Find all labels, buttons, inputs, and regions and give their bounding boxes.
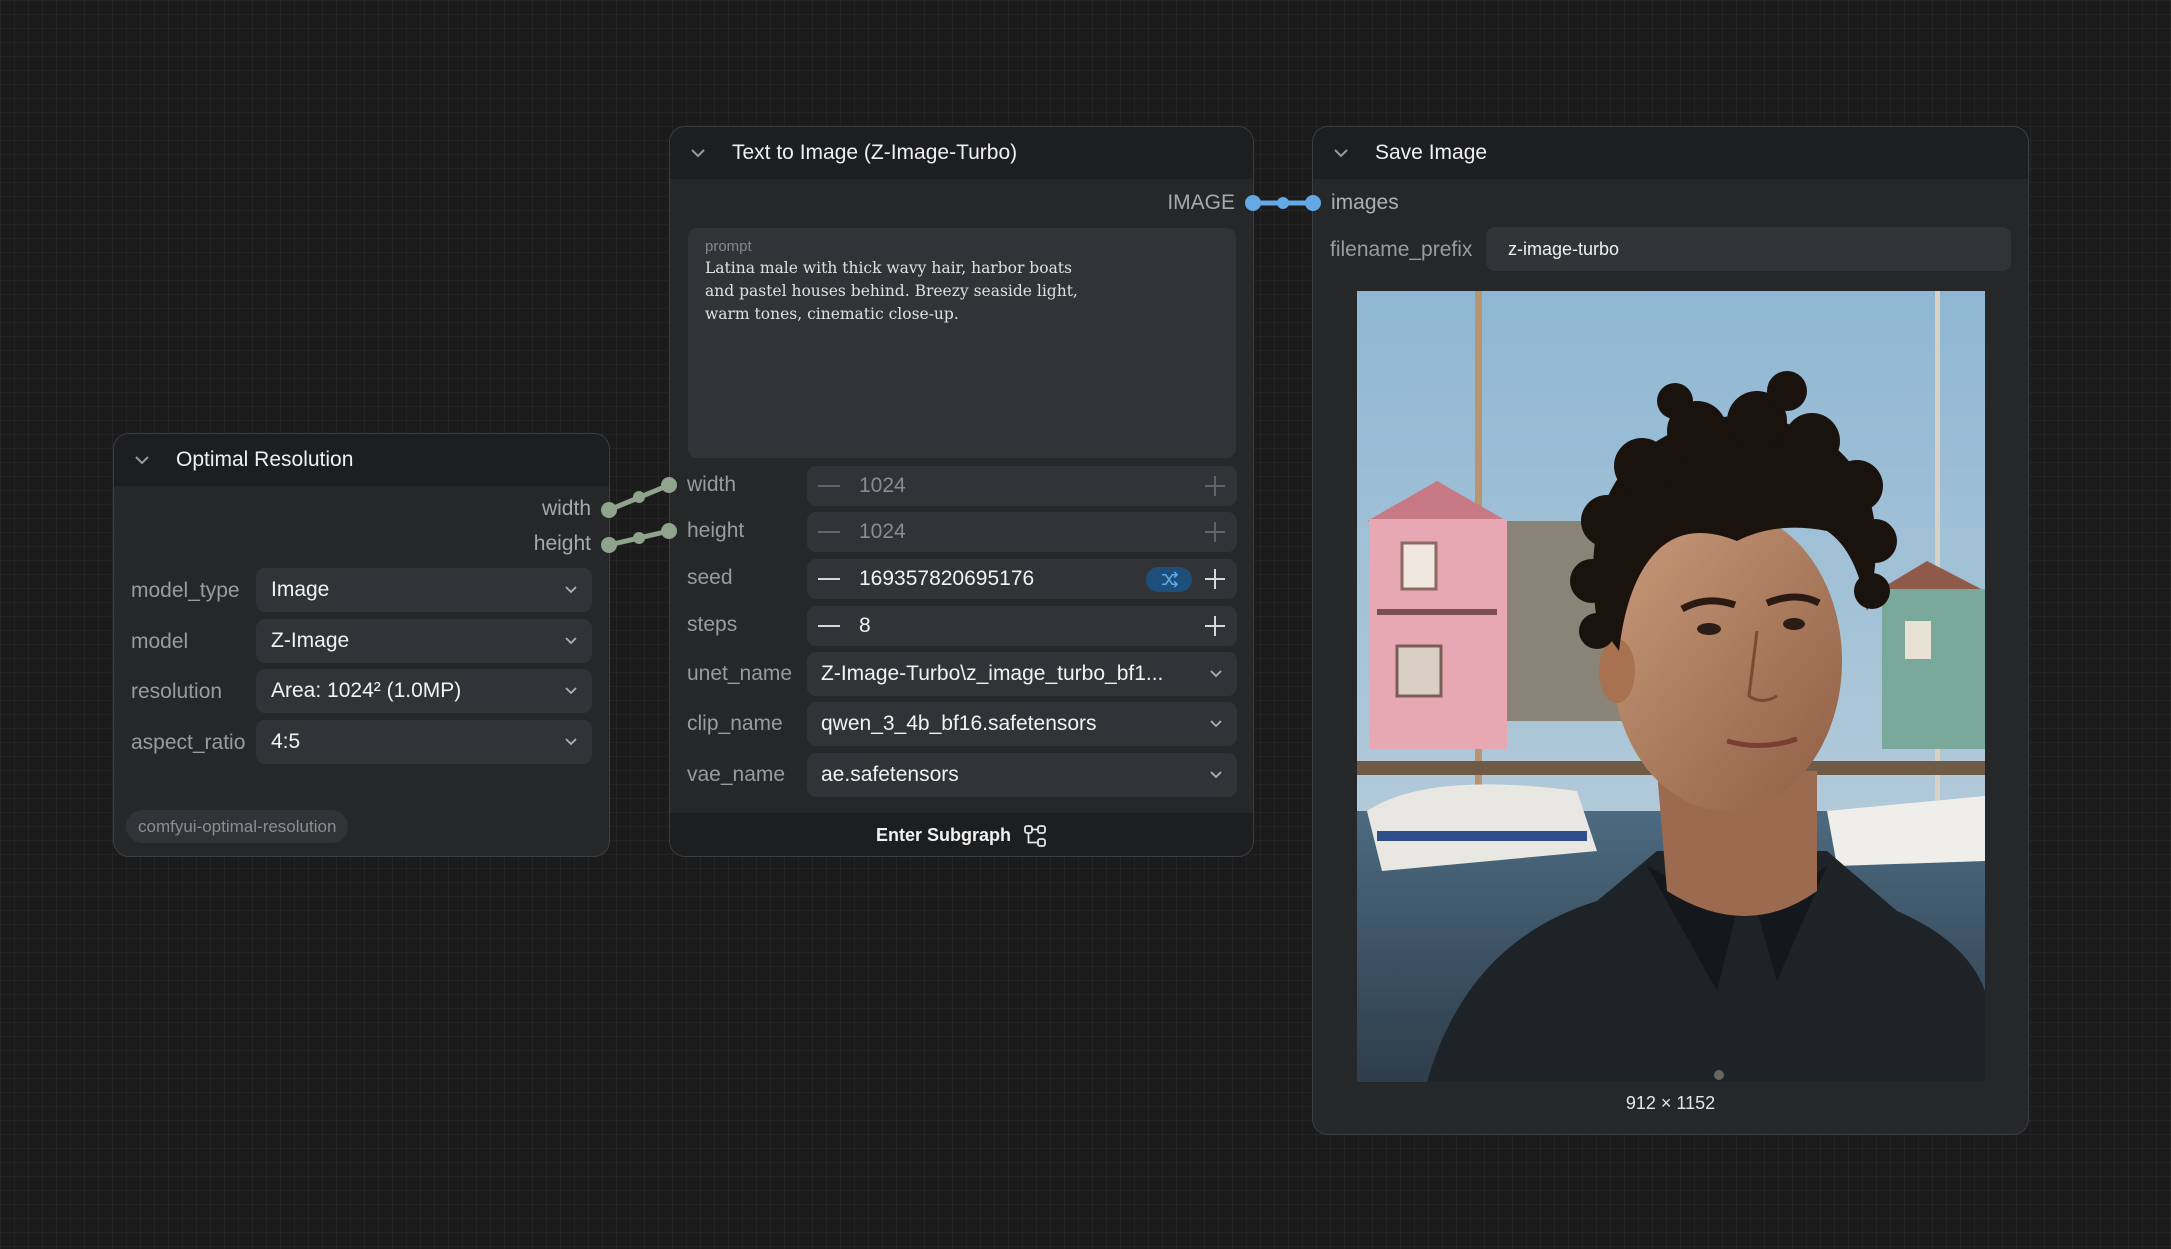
randomize-seed-button[interactable] [1146,567,1192,592]
chevron-down-icon [1210,720,1222,728]
height-value: 1024 [859,520,906,543]
model-label: model [131,630,189,653]
chevron-down-icon [565,738,577,746]
resolution-value: Area: 1024² (1.0MP) [271,679,462,702]
enter-subgraph-footer[interactable]: Enter Subgraph [670,813,1253,856]
subgraph-icon [1024,824,1046,847]
node-text-to-image[interactable]: Text to Image (Z-Image-Turbo) IMAGE prom… [669,126,1254,857]
link-image[interactable] [1253,197,1313,209]
output-height-label: height [533,532,591,555]
vae-name-select[interactable]: ae.safetensors [807,753,1237,797]
node-source-badge: comfyui-optimal-resolution [126,810,349,843]
shuffle-icon [1161,571,1179,588]
height-input-label: height [687,519,745,542]
clip-name-select[interactable]: qwen_3_4b_bf16.safetensors [807,702,1237,746]
clip-name-label: clip_name [687,712,783,735]
chevron-down-icon [1210,771,1222,779]
image-dimensions-label: 912 × 1152 [1625,1093,1716,1113]
node-save-image[interactable]: Save Image images filename_prefix z-imag… [1312,126,2029,1135]
node-title: Text to Image (Z-Image-Turbo) [732,141,1018,164]
input-width-connector[interactable] [661,477,677,493]
node-header[interactable]: Text to Image (Z-Image-Turbo) [670,127,1253,179]
minus-icon[interactable] [818,625,840,627]
output-height-connector[interactable] [601,537,617,553]
prompt-text: Latina male with thick wavy hair, harbor… [705,259,1078,323]
prompt-label: prompt [705,238,752,255]
generated-image-preview[interactable] [1357,291,1985,1082]
width-input-label: width [687,473,737,496]
node-source-badge-text: comfyui-optimal-resolution [138,816,337,836]
output-image-connector[interactable] [1245,195,1261,211]
filename-prefix-input[interactable]: z-image-turbo [1486,227,2011,271]
minus-icon[interactable] [818,531,840,533]
model-select[interactable]: Z-Image [256,619,592,663]
unet-name-value: Z-Image-Turbo\z_image_turbo_bf1... [821,662,1164,685]
output-width-label: width [541,497,591,520]
resolution-label: resolution [131,680,223,703]
chevron-down-icon[interactable] [1331,143,1351,163]
chevron-down-icon [565,687,577,695]
plus-icon[interactable] [1204,568,1226,590]
aspect-ratio-label: aspect_ratio [131,731,246,754]
minus-icon[interactable] [818,578,840,580]
chevron-down-icon [565,586,577,594]
chevron-down-icon[interactable] [132,450,152,470]
prompt-textarea[interactable]: prompt Latina male with thick wavy hair,… [688,228,1236,458]
link-width[interactable] [608,482,670,513]
node-header[interactable]: Save Image [1313,127,2028,179]
vae-name-label: vae_name [687,763,786,786]
filename-prefix-value: z-image-turbo [1508,238,1620,259]
model-type-label: model_type [131,579,240,602]
aspect-ratio-value: 4:5 [271,730,301,753]
aspect-ratio-select[interactable]: 4:5 [256,720,592,764]
input-images-connector[interactable] [1305,195,1321,211]
input-images-label: images [1331,191,1399,214]
model-value: Z-Image [271,629,350,652]
steps-number-input[interactable]: 8 [807,606,1237,646]
width-value: 1024 [859,474,906,497]
seed-value: 169357820695176 [859,567,1035,590]
output-image-label: IMAGE [1167,191,1235,214]
filename-prefix-label: filename_prefix [1330,238,1473,261]
resolution-select[interactable]: Area: 1024² (1.0MP) [256,669,592,713]
plus-icon[interactable] [1204,615,1226,637]
minus-icon[interactable] [818,485,840,487]
node-title: Optimal Resolution [176,448,354,471]
enter-subgraph-label: Enter Subgraph [875,825,1011,845]
node-title: Save Image [1375,141,1488,164]
clip-name-value: qwen_3_4b_bf16.safetensors [821,712,1097,735]
chevron-down-icon [1210,670,1222,678]
input-height-connector[interactable] [661,523,677,539]
output-width-connector[interactable] [601,502,617,518]
model-type-value: Image [271,578,330,601]
unet-name-select[interactable]: Z-Image-Turbo\z_image_turbo_bf1... [807,652,1237,696]
chevron-down-icon[interactable] [688,143,708,163]
width-number-input[interactable]: 1024 [807,466,1237,506]
node-optimal-resolution[interactable]: Optimal Resolution width height model_ty… [113,433,610,857]
steps-value: 8 [859,614,871,637]
height-number-input[interactable]: 1024 [807,512,1237,552]
plus-icon[interactable] [1204,475,1226,497]
model-type-select[interactable]: Image [256,568,592,612]
seed-label: seed [687,566,733,589]
steps-label: steps [687,613,738,636]
unet-name-label: unet_name [687,662,793,685]
chevron-down-icon [565,637,577,645]
seed-number-input[interactable]: 169357820695176 [807,559,1237,599]
link-height[interactable] [608,528,670,548]
plus-icon[interactable] [1204,521,1226,543]
node-header[interactable]: Optimal Resolution [114,434,609,486]
vae-name-value: ae.safetensors [821,763,959,786]
